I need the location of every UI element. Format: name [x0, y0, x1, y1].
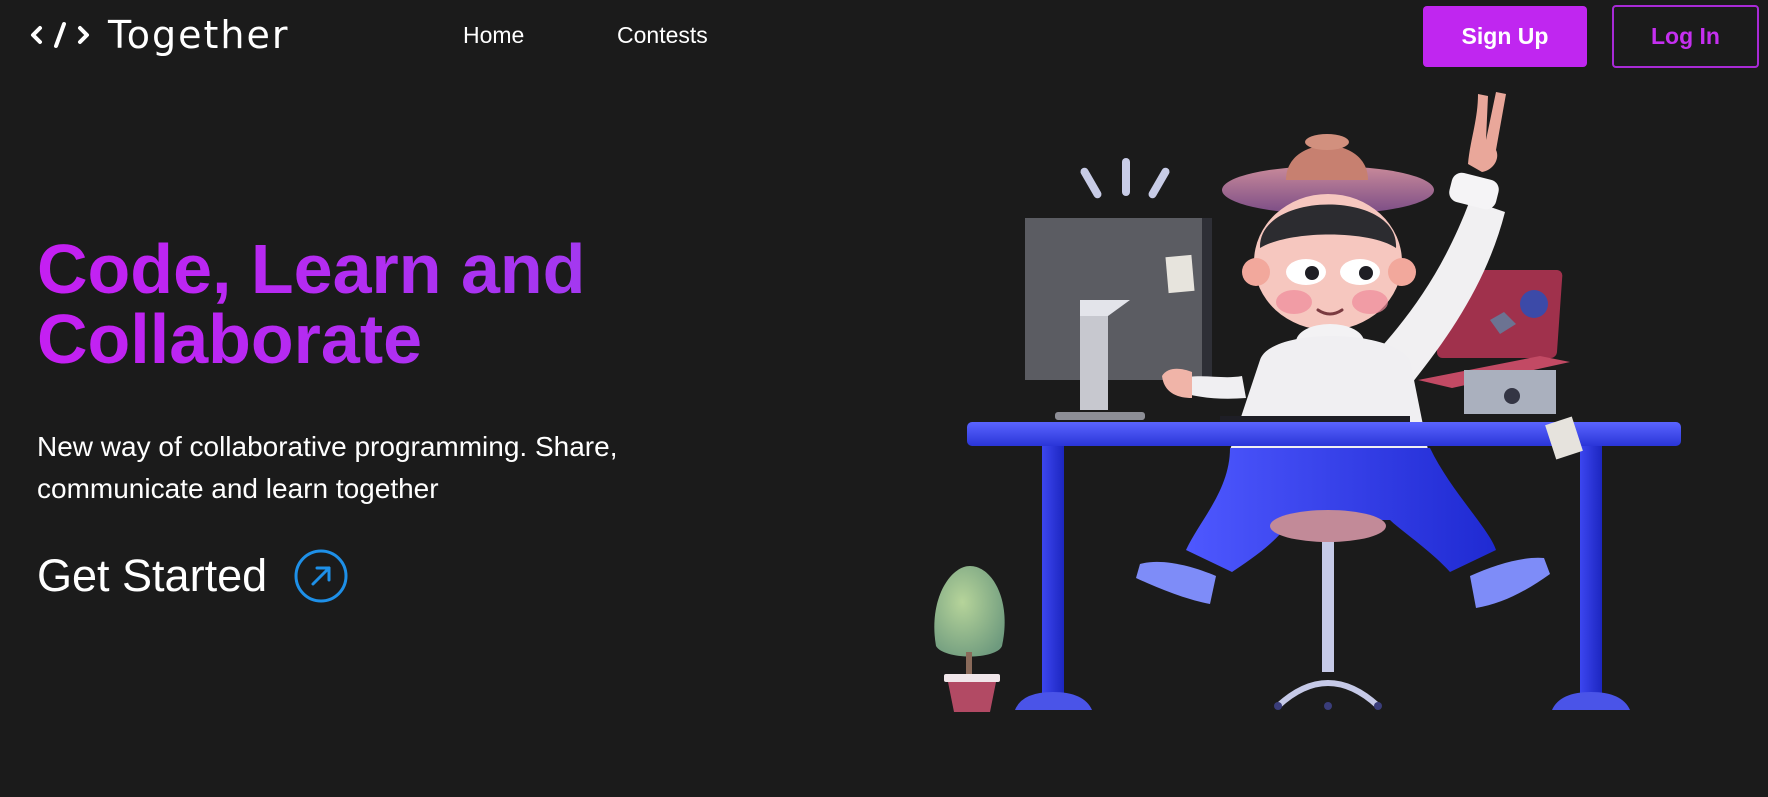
nav-link-contests[interactable]: Contests: [617, 22, 708, 49]
hero-subtitle: New way of collaborative programming. Sh…: [37, 431, 618, 504]
get-started-label: Get Started: [37, 550, 268, 601]
sign-up-button[interactable]: Sign Up: [1423, 6, 1587, 67]
code-brackets-icon: [31, 22, 89, 48]
top-navbar: Together Home Contests Sign Up Log In: [0, 0, 1768, 74]
nav-link-home[interactable]: Home: [463, 22, 524, 49]
brand-name: Together: [108, 13, 290, 57]
developer-at-desk-illustration: [934, 92, 1681, 712]
arrow-up-right-circle-icon: [294, 549, 348, 603]
get-started-button[interactable]: Get Started: [37, 548, 349, 604]
log-in-button[interactable]: Log In: [1612, 5, 1759, 68]
hero-title: Code, Learn and Collaborate: [37, 234, 737, 374]
brand-logo[interactable]: Together: [30, 13, 290, 57]
